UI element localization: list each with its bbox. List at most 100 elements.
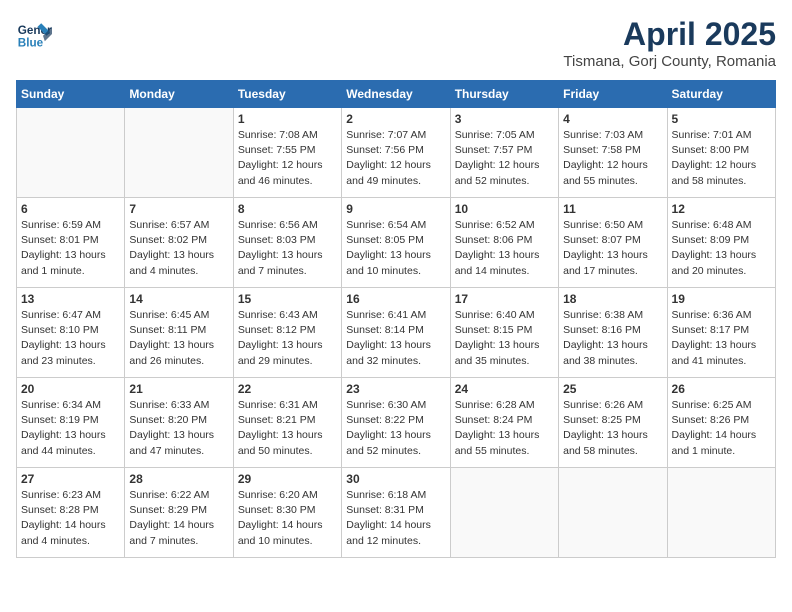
weekday-header-sunday: Sunday xyxy=(17,81,125,108)
day-info: Sunrise: 6:50 AM Sunset: 8:07 PM Dayligh… xyxy=(563,218,662,279)
day-number: 27 xyxy=(21,472,120,486)
calendar-cell: 28 Sunrise: 6:22 AM Sunset: 8:29 PM Dayli… xyxy=(125,468,233,558)
day-info: Sunrise: 6:33 AM Sunset: 8:20 PM Dayligh… xyxy=(129,398,228,459)
calendar-week-row: 13 Sunrise: 6:47 AM Sunset: 8:10 PM Dayli… xyxy=(17,288,776,378)
calendar-cell: 7 Sunrise: 6:57 AM Sunset: 8:02 PM Daylig… xyxy=(125,198,233,288)
day-info: Sunrise: 7:03 AM Sunset: 7:58 PM Dayligh… xyxy=(563,128,662,189)
calendar-cell xyxy=(559,468,667,558)
calendar-cell: 21 Sunrise: 6:33 AM Sunset: 8:20 PM Dayli… xyxy=(125,378,233,468)
day-number: 25 xyxy=(563,382,662,396)
day-number: 15 xyxy=(238,292,337,306)
calendar-cell: 12 Sunrise: 6:48 AM Sunset: 8:09 PM Dayli… xyxy=(667,198,775,288)
calendar-cell: 26 Sunrise: 6:25 AM Sunset: 8:26 PM Dayli… xyxy=(667,378,775,468)
calendar-week-row: 1 Sunrise: 7:08 AM Sunset: 7:55 PM Daylig… xyxy=(17,108,776,198)
calendar-cell: 1 Sunrise: 7:08 AM Sunset: 7:55 PM Daylig… xyxy=(233,108,341,198)
day-info: Sunrise: 6:26 AM Sunset: 8:25 PM Dayligh… xyxy=(563,398,662,459)
day-number: 16 xyxy=(346,292,445,306)
day-info: Sunrise: 6:56 AM Sunset: 8:03 PM Dayligh… xyxy=(238,218,337,279)
day-number: 13 xyxy=(21,292,120,306)
day-number: 7 xyxy=(129,202,228,216)
day-info: Sunrise: 6:54 AM Sunset: 8:05 PM Dayligh… xyxy=(346,218,445,279)
calendar-cell: 27Sunrise: 6:23 AM Sunset: 8:28 PM Dayli… xyxy=(17,468,125,558)
calendar-cell: 4 Sunrise: 7:03 AM Sunset: 7:58 PM Daylig… xyxy=(559,108,667,198)
weekday-header-friday: Friday xyxy=(559,81,667,108)
header: General Blue April 2025 Tismana, Gorj Co… xyxy=(16,16,776,70)
calendar-cell: 16 Sunrise: 6:41 AM Sunset: 8:14 PM Dayli… xyxy=(342,288,450,378)
day-number: 20 xyxy=(21,382,120,396)
day-info: Sunrise: 6:57 AM Sunset: 8:02 PM Dayligh… xyxy=(129,218,228,279)
day-info: Sunrise: 6:52 AM Sunset: 8:06 PM Dayligh… xyxy=(455,218,554,279)
calendar-cell: 18 Sunrise: 6:38 AM Sunset: 8:16 PM Dayli… xyxy=(559,288,667,378)
calendar-week-row: 6Sunrise: 6:59 AM Sunset: 8:01 PM Daylig… xyxy=(17,198,776,288)
day-number: 28 xyxy=(129,472,228,486)
calendar-cell: 17 Sunrise: 6:40 AM Sunset: 8:15 PM Dayli… xyxy=(450,288,558,378)
day-info: Sunrise: 6:34 AM Sunset: 8:19 PM Dayligh… xyxy=(21,398,120,459)
weekday-header-saturday: Saturday xyxy=(667,81,775,108)
day-info: Sunrise: 6:25 AM Sunset: 8:26 PM Dayligh… xyxy=(672,398,771,459)
weekday-header-wednesday: Wednesday xyxy=(342,81,450,108)
weekday-header-thursday: Thursday xyxy=(450,81,558,108)
day-info: Sunrise: 6:38 AM Sunset: 8:16 PM Dayligh… xyxy=(563,308,662,369)
calendar-cell: 5 Sunrise: 7:01 AM Sunset: 8:00 PM Daylig… xyxy=(667,108,775,198)
day-number: 30 xyxy=(346,472,445,486)
calendar-cell: 13 Sunrise: 6:47 AM Sunset: 8:10 PM Dayli… xyxy=(17,288,125,378)
day-number: 12 xyxy=(672,202,771,216)
calendar-cell xyxy=(450,468,558,558)
day-info: Sunrise: 6:43 AM Sunset: 8:12 PM Dayligh… xyxy=(238,308,337,369)
day-number: 19 xyxy=(672,292,771,306)
calendar-cell: 22Sunrise: 6:31 AM Sunset: 8:21 PM Dayli… xyxy=(233,378,341,468)
calendar-cell: 15 Sunrise: 6:43 AM Sunset: 8:12 PM Dayli… xyxy=(233,288,341,378)
weekday-header-tuesday: Tuesday xyxy=(233,81,341,108)
weekday-header-row: SundayMondayTuesdayWednesdayThursdayFrid… xyxy=(17,81,776,108)
calendar-cell: 8 Sunrise: 6:56 AM Sunset: 8:03 PM Daylig… xyxy=(233,198,341,288)
day-number: 29 xyxy=(238,472,337,486)
weekday-header-monday: Monday xyxy=(125,81,233,108)
day-info: Sunrise: 6:36 AM Sunset: 8:17 PM Dayligh… xyxy=(672,308,771,369)
svg-text:Blue: Blue xyxy=(18,37,44,50)
day-info: Sunrise: 6:48 AM Sunset: 8:09 PM Dayligh… xyxy=(672,218,771,279)
calendar-cell: 29 Sunrise: 6:20 AM Sunset: 8:30 PM Dayli… xyxy=(233,468,341,558)
calendar-subtitle: Tismana, Gorj County, Romania xyxy=(563,53,776,70)
day-number: 21 xyxy=(129,382,228,396)
logo: General Blue xyxy=(16,16,52,52)
day-info: Sunrise: 7:08 AM Sunset: 7:55 PM Dayligh… xyxy=(238,128,337,189)
day-info: Sunrise: 7:07 AM Sunset: 7:56 PM Dayligh… xyxy=(346,128,445,189)
calendar-cell: 10 Sunrise: 6:52 AM Sunset: 8:06 PM Dayli… xyxy=(450,198,558,288)
day-number: 8 xyxy=(238,202,337,216)
calendar-cell: 2 Sunrise: 7:07 AM Sunset: 7:56 PM Daylig… xyxy=(342,108,450,198)
day-number: 14 xyxy=(129,292,228,306)
day-info: Sunrise: 7:01 AM Sunset: 8:00 PM Dayligh… xyxy=(672,128,771,189)
day-number: 2 xyxy=(346,112,445,126)
calendar-cell: 30 Sunrise: 6:18 AM Sunset: 8:31 PM Dayli… xyxy=(342,468,450,558)
day-info: Sunrise: 6:22 AM Sunset: 8:29 PM Dayligh… xyxy=(129,488,228,549)
day-info: Sunrise: 6:47 AM Sunset: 8:10 PM Dayligh… xyxy=(21,308,120,369)
calendar-week-row: 20 Sunrise: 6:34 AM Sunset: 8:19 PM Dayli… xyxy=(17,378,776,468)
calendar-cell: 3Sunrise: 7:05 AM Sunset: 7:57 PM Daylig… xyxy=(450,108,558,198)
calendar-cell xyxy=(17,108,125,198)
day-number: 26 xyxy=(672,382,771,396)
day-number: 6 xyxy=(21,202,120,216)
calendar-cell: 25 Sunrise: 6:26 AM Sunset: 8:25 PM Dayli… xyxy=(559,378,667,468)
calendar-cell xyxy=(667,468,775,558)
title-area: April 2025 Tismana, Gorj County, Romania xyxy=(563,16,776,70)
day-info: Sunrise: 6:30 AM Sunset: 8:22 PM Dayligh… xyxy=(346,398,445,459)
calendar-cell: 11 Sunrise: 6:50 AM Sunset: 8:07 PM Dayli… xyxy=(559,198,667,288)
day-number: 17 xyxy=(455,292,554,306)
day-number: 4 xyxy=(563,112,662,126)
day-info: Sunrise: 6:45 AM Sunset: 8:11 PM Dayligh… xyxy=(129,308,228,369)
day-info: Sunrise: 6:41 AM Sunset: 8:14 PM Dayligh… xyxy=(346,308,445,369)
day-number: 1 xyxy=(238,112,337,126)
day-number: 11 xyxy=(563,202,662,216)
day-number: 10 xyxy=(455,202,554,216)
day-info: Sunrise: 6:20 AM Sunset: 8:30 PM Dayligh… xyxy=(238,488,337,549)
calendar-cell: 19 Sunrise: 6:36 AM Sunset: 8:17 PM Dayli… xyxy=(667,288,775,378)
calendar-cell: 23Sunrise: 6:30 AM Sunset: 8:22 PM Dayli… xyxy=(342,378,450,468)
calendar-table: SundayMondayTuesdayWednesdayThursdayFrid… xyxy=(16,80,776,558)
calendar-cell: 24Sunrise: 6:28 AM Sunset: 8:24 PM Dayli… xyxy=(450,378,558,468)
day-info: Sunrise: 6:40 AM Sunset: 8:15 PM Dayligh… xyxy=(455,308,554,369)
day-number: 18 xyxy=(563,292,662,306)
day-number: 5 xyxy=(672,112,771,126)
calendar-cell: 6Sunrise: 6:59 AM Sunset: 8:01 PM Daylig… xyxy=(17,198,125,288)
day-info: Sunrise: 6:18 AM Sunset: 8:31 PM Dayligh… xyxy=(346,488,445,549)
logo-icon: General Blue xyxy=(16,16,52,52)
